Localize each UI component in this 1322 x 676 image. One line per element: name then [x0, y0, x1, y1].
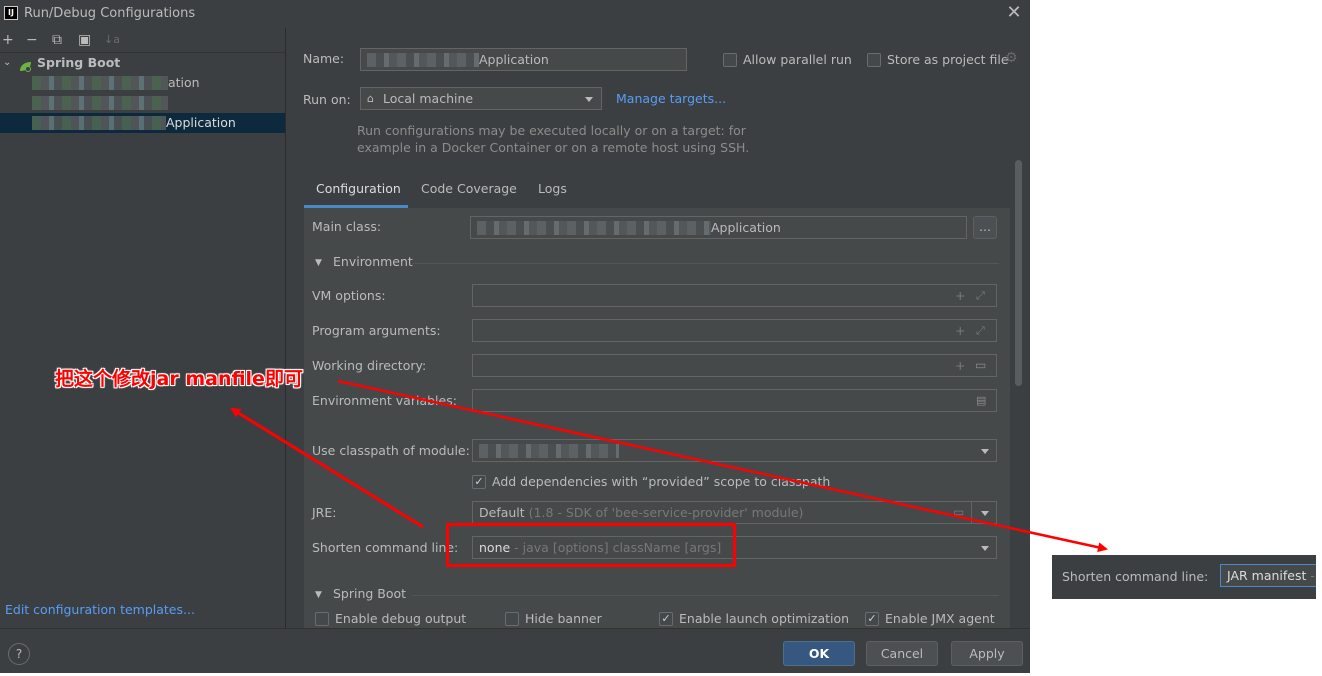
- arrow-to-annotation: [230, 407, 424, 529]
- arrow-to-inset: [337, 379, 1108, 553]
- annotation-arrows: [230, 379, 1108, 553]
